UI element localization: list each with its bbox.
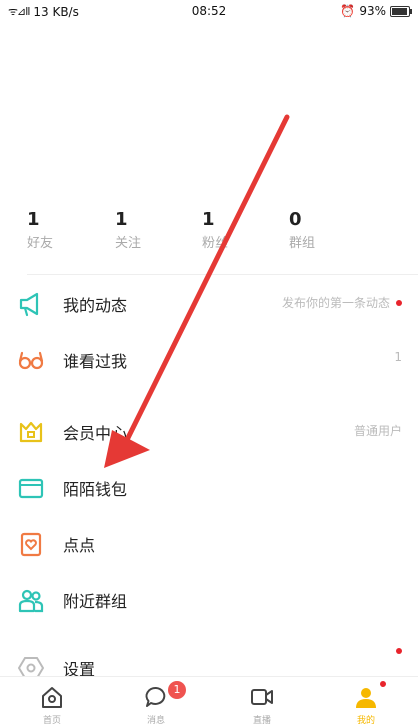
- notification-dot: [396, 299, 402, 306]
- glasses-icon: [18, 351, 44, 370]
- megaphone-icon: [19, 292, 39, 317]
- menu-hint: [396, 648, 402, 654]
- stats-row: 1 好友 1 关注 1 粉丝 0 群组: [0, 208, 418, 262]
- menu-label: 附近群组: [63, 592, 128, 611]
- tab-live[interactable]: 直播: [232, 677, 292, 726]
- unread-badge: 1: [168, 681, 186, 699]
- stat-count: 1: [27, 209, 40, 230]
- menu-item-nearby-groups[interactable]: 附近群组: [0, 572, 418, 628]
- menu-label: 谁看过我: [63, 352, 128, 371]
- menu-hint: 普通用户: [354, 422, 402, 439]
- menu-item-vip-center[interactable]: 会员中心 普通用户: [0, 404, 418, 460]
- menu-item-wallet[interactable]: 陌陌钱包: [0, 460, 418, 516]
- message-icon: [145, 687, 166, 707]
- heart-card-icon: [20, 532, 42, 557]
- alarm-icon: ⏰: [340, 4, 356, 18]
- menu-label: 我的动态: [63, 296, 128, 315]
- crown-icon: [19, 421, 43, 443]
- video-icon: [251, 689, 273, 705]
- battery-icon: [390, 5, 412, 17]
- menu-item-diandian[interactable]: 点点: [0, 516, 418, 572]
- group-icon: [18, 589, 44, 613]
- stat-label: 好友: [27, 236, 54, 251]
- menu-hint: 1: [394, 350, 402, 364]
- notification-dot: [380, 681, 386, 687]
- menu-item-visitors[interactable]: 谁看过我 1: [0, 332, 418, 388]
- stat-followers[interactable]: 1 粉丝: [202, 208, 272, 256]
- stat-label: 群组: [289, 236, 316, 251]
- bottom-tab-bar: 首页 消息 1 直播 我的: [0, 676, 418, 726]
- wallet-icon: [18, 478, 44, 499]
- stat-groups[interactable]: 0 群组: [289, 208, 359, 256]
- menu-hint-text: 发布你的第一条动态: [281, 296, 390, 310]
- stat-count: 1: [202, 209, 215, 230]
- tab-home[interactable]: 首页: [22, 677, 82, 726]
- menu-label: 点点: [63, 536, 96, 555]
- menu-label: 陌陌钱包: [63, 480, 128, 499]
- stat-following[interactable]: 1 关注: [115, 208, 185, 256]
- menu-hint: 发布你的第一条动态: [282, 294, 402, 311]
- menu-hint-text: 1: [394, 350, 402, 364]
- status-bar: ᯤ⊿ll 13 KB/s 08:52 ⏰ 93%: [0, 0, 418, 24]
- stat-label: 关注: [115, 236, 142, 251]
- stat-friends[interactable]: 1 好友: [27, 208, 97, 256]
- stat-label: 粉丝: [202, 236, 229, 251]
- status-right: ⏰ 93%: [340, 4, 412, 18]
- stat-count: 1: [115, 209, 128, 230]
- notification-dot: [396, 648, 402, 654]
- menu-item-moments[interactable]: 我的动态 发布你的第一条动态: [0, 276, 418, 332]
- menu-hint-text: 普通用户: [353, 424, 402, 438]
- profile-icon: [356, 688, 376, 708]
- menu-label: 会员中心: [63, 424, 128, 443]
- stat-count: 0: [289, 209, 302, 230]
- tab-me[interactable]: 我的: [336, 677, 396, 726]
- home-icon: [42, 687, 62, 708]
- battery-percent: 93%: [359, 4, 386, 18]
- divider: [27, 274, 418, 275]
